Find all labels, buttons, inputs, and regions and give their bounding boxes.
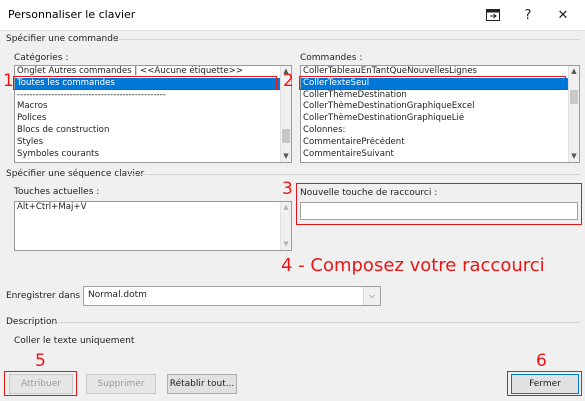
list-item[interactable]: Alt+Ctrl+Maj+V	[15, 202, 280, 214]
list-item[interactable]: Colonnes:	[301, 125, 568, 137]
list-item[interactable]: ----------------------------------------…	[15, 90, 280, 102]
assign-button[interactable]: Attribuer	[9, 374, 73, 394]
annotation-5: 5	[35, 351, 46, 371]
list-item[interactable]: CollerThèmeDestinationGraphiqueLié	[301, 113, 568, 125]
section-divider	[58, 322, 580, 323]
description-text: Coller le texte uniquement	[14, 336, 135, 346]
section-command-heading: Spécifier une commande	[6, 34, 119, 44]
list-item[interactable]: Blocs de construction	[15, 125, 280, 137]
scroll-up-icon: ▲	[283, 203, 289, 211]
section-divider	[112, 39, 580, 40]
annotation-6: 6	[536, 351, 547, 371]
commands-scrollbar[interactable]: ▲ ▼	[568, 66, 579, 162]
list-item[interactable]: Polices	[15, 113, 280, 125]
annotation-box-commands	[299, 76, 566, 90]
annotation-4: 4 - Composez votre raccourci	[281, 255, 545, 276]
list-item[interactable]: CommentairePrécédent	[301, 137, 568, 149]
scroll-down-icon: ▼	[283, 240, 289, 248]
list-item[interactable]: Macros	[15, 101, 280, 113]
new-shortcut-label: Nouvelle touche de raccourci :	[300, 188, 438, 198]
current-keys-label: Touches actuelles :	[14, 187, 100, 197]
chevron-down-icon[interactable]: ⌵	[363, 287, 380, 305]
save-in-label: Enregistrer dans :	[6, 291, 86, 301]
scroll-down-icon[interactable]: ▼	[281, 151, 291, 162]
help-button[interactable]: ?	[511, 0, 545, 30]
list-item[interactable]: Styles	[15, 137, 280, 149]
current-keys-scrollbar: ▲ ▼	[280, 202, 291, 250]
scroll-down-icon[interactable]: ▼	[569, 151, 579, 162]
save-in-select[interactable]: Normal.dotm ⌵	[83, 286, 381, 306]
annotation-box-categories	[13, 76, 277, 90]
new-shortcut-input[interactable]	[300, 202, 578, 220]
title-bar: Personnaliser le clavier ? ✕	[0, 0, 585, 31]
categories-label: Catégories :	[14, 53, 69, 63]
restore-icon[interactable]	[476, 0, 510, 30]
annotation-3: 3	[282, 179, 293, 199]
remove-button[interactable]: Supprimer	[86, 374, 156, 394]
commands-label: Commandes :	[300, 53, 363, 63]
annotation-2: 2	[283, 71, 294, 91]
close-button[interactable]: Fermer	[511, 374, 579, 394]
description-heading: Description	[6, 317, 58, 327]
save-in-value: Normal.dotm	[88, 290, 147, 300]
scrollbar-thumb[interactable]	[282, 129, 290, 143]
current-keys-listbox[interactable]: Alt+Ctrl+Maj+V ▲ ▼	[14, 201, 292, 251]
list-item[interactable]: CollerThèmeDestination	[301, 90, 568, 102]
scroll-up-icon[interactable]: ▲	[569, 66, 579, 77]
list-item[interactable]: CommentaireSuivant	[301, 149, 568, 161]
section-key-heading: Spécifier une séquence clavier	[6, 169, 145, 179]
window-title: Personnaliser le clavier	[8, 8, 136, 21]
reset-all-button[interactable]: Rétablir tout...	[167, 374, 237, 394]
section-divider	[128, 174, 580, 175]
list-item[interactable]: CollerThèmeDestinationGraphiqueExcel	[301, 101, 568, 113]
close-icon[interactable]: ✕	[546, 0, 580, 30]
list-item[interactable]: Symboles courants	[15, 149, 280, 161]
scrollbar-thumb[interactable]	[570, 90, 578, 104]
